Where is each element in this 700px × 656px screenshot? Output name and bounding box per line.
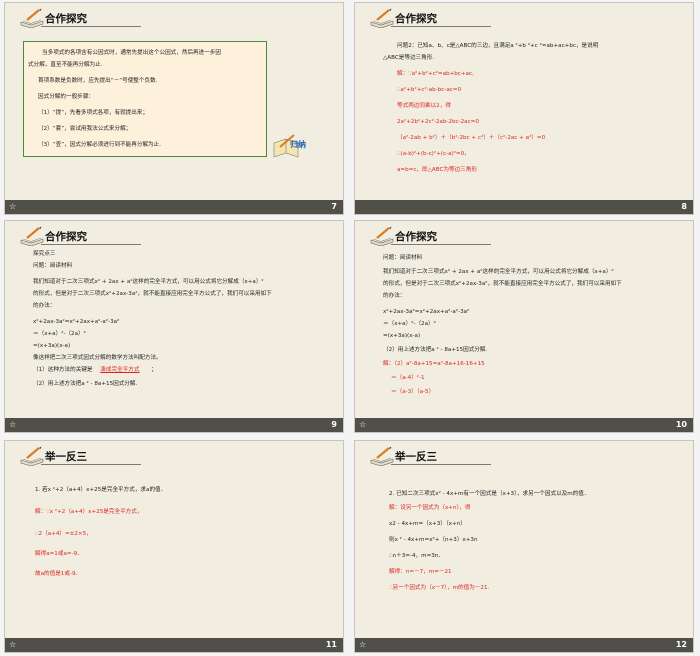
text-line: x2 - 4x+m=（x+3）（x+n） xyxy=(389,521,466,527)
slide-number: 10 xyxy=(675,420,687,429)
summary-badge: 归纳 xyxy=(270,133,322,159)
star-footer-icon: ☆ xyxy=(9,640,17,649)
book-pen-icon xyxy=(370,8,394,28)
title-underline xyxy=(41,244,141,245)
star-footer-icon: ☆ xyxy=(359,640,367,649)
answer-line: ∴另一个因式为（x－7），m的值为－21. xyxy=(389,585,490,591)
answer-line: 解得：n=－7，m=－21 xyxy=(389,569,452,575)
text-line: （2）用上述方法把a ² - 8a+15因式分解. xyxy=(383,347,488,353)
text-line: （1）“提”，先看多项式各项，有就提出来； xyxy=(38,110,149,116)
text-line: 1. 若x ²+2（a+4）x+25是完全平方式，求a的值． xyxy=(35,487,167,493)
text-line: （2）用上述方法把a ² - 8a+15因式分解. xyxy=(33,381,138,387)
slide-footer: ☆ 9 xyxy=(5,418,343,432)
slide-10[interactable]: 合作探究 问题：阅读材料 我们知道对于二次三项式x² + 2ax + a²这样的… xyxy=(354,220,694,433)
answer-line: a=b=c，即△ABC为等边三角形 xyxy=(397,167,477,173)
book-pen-icon xyxy=(370,226,394,246)
answer-line: 解得a=1或a=-9． xyxy=(35,551,83,557)
text-line: 问题：阅读材料 xyxy=(33,263,73,269)
slide-title: 合作探究 xyxy=(395,13,437,25)
book-pen-icon xyxy=(20,226,44,246)
answer-line: ∴a²+b²+c²-ab-bc-ac=0 xyxy=(397,87,462,93)
slide-7[interactable]: 合作探究 当多项式的各项含有公因式时，通常先提出这个公因式，然后再进一步因 式分… xyxy=(4,2,344,215)
text-line: 的办法： xyxy=(33,303,56,309)
book-pen-icon xyxy=(370,446,394,466)
text-line: 的办法： xyxy=(383,293,406,299)
slide-number: 8 xyxy=(681,202,687,211)
fill-blank-answer: 凑成完全平方式 xyxy=(100,367,140,373)
answer-line: 解：（2）a²-8a+15=a²-8a+16-16+15 xyxy=(383,361,485,367)
slide-11[interactable]: 举一反三 1. 若x ²+2（a+4）x+25是完全平方式，求a的值． 解：∵x… xyxy=(4,440,344,653)
title-underline xyxy=(391,244,491,245)
slide-title: 合作探究 xyxy=(395,231,437,243)
text-line: 我们知道对于二次三项式x² + 2ax + a²这样的完全平方式，可以用公式将它… xyxy=(383,269,614,275)
answer-line: 解：设另一个因式为（x+n），得 xyxy=(389,505,471,511)
slide-number: 11 xyxy=(325,640,337,649)
answer-line: （a²-2ab + b²）＋（b²-2bc + c²）＋（c²-2ac + a²… xyxy=(397,135,546,141)
text-line: 问题2：已知a、b、c是△ABC的三边，且满足a ²+b ²+c ²=ab+ac… xyxy=(397,43,599,49)
star-footer-icon: ☆ xyxy=(9,202,17,211)
book-pen-icon xyxy=(20,8,44,28)
slide-number: 12 xyxy=(675,640,687,649)
title-underline xyxy=(41,464,141,465)
slide-12[interactable]: 举一反三 2. 已知二次三项式x² - 4x+m有一个因式是（x+3），求另一个… xyxy=(354,440,694,653)
question-text: （1）这种方法的关键是 xyxy=(33,367,93,373)
slide-footer: ☆ 12 xyxy=(355,638,693,652)
text-line: 的形式，但是对于二次三项式x²+2ax-3a²，就不能直接应用完全平方公式了，我… xyxy=(33,291,272,297)
text-line: ＝（x+a）²-（2a）² xyxy=(33,331,86,337)
slide-title: 举一反三 xyxy=(395,451,437,463)
text-line: 因式分解的一般步骤： xyxy=(38,94,94,100)
book-pen-icon xyxy=(20,446,44,466)
text-line: =(x+3a)(x-a) xyxy=(33,343,71,349)
star-footer-icon: ☆ xyxy=(359,420,367,429)
title-underline xyxy=(391,26,491,27)
text-line: ∴n＋3=-4，m=3n． xyxy=(389,553,444,559)
slide-title: 合作探究 xyxy=(45,231,87,243)
answer-line: ＝（a-4）²-1 xyxy=(391,375,425,381)
summary-box: 当多项式的各项含有公因式时，通常先提出这个公因式，然后再进一步因 式分解，直至不… xyxy=(23,41,267,157)
text-line: （3）“查”，因式分解必须进行到不能再分解为止. xyxy=(38,142,162,148)
text-line: 我们知道对于二次三项式x² + 2ax + a²这样的完全平方式，可以用公式将它… xyxy=(33,279,264,285)
answer-line: 故a的值是1或-9． xyxy=(35,571,82,577)
blank-end: ； xyxy=(151,367,157,373)
text-line: 首项系数是负数时，应先提出“－”号使整个负数. xyxy=(38,78,158,84)
text-line: △ABC是等边三角形. xyxy=(383,55,435,61)
slide-9[interactable]: 合作探究 探究点三 问题：阅读材料 我们知道对于二次三项式x² + 2ax + … xyxy=(4,220,344,433)
answer-line: 解：∵x ²+2（a+4）x+25是完全平方式， xyxy=(35,509,143,515)
slide-title: 合作探究 xyxy=(45,13,87,25)
slide-8[interactable]: 合作探究 问题2：已知a、b、c是△ABC的三边，且满足a ²+b ²+c ²=… xyxy=(354,2,694,215)
slide-number: 9 xyxy=(331,420,337,429)
star-footer-icon: ☆ xyxy=(9,420,17,429)
title-underline xyxy=(391,464,491,465)
slide-title: 举一反三 xyxy=(45,451,87,463)
slide-number: 7 xyxy=(331,202,337,211)
slide-footer: ☆ 7 xyxy=(5,200,343,214)
text-line: 当多项式的各项含有公因式时，通常先提出这个公因式，然后再进一步因 xyxy=(42,50,222,56)
text-line: x²+2ax-3a²=x²+2ax+a²-a²-3a² xyxy=(383,309,470,315)
text-line: （2）“套”，尝试用我法公式来分解； xyxy=(38,126,132,132)
text-line: 则x ² - 4x+m=x²+（n+3）x+3n xyxy=(389,537,478,543)
question-line: （1）这种方法的关键是 凑成完全平方式 ； xyxy=(33,365,157,376)
answer-line: 等式两边同乘以2，得 xyxy=(397,103,451,109)
answer-line: ＝（a-3）（a-5） xyxy=(391,389,435,395)
title-underline xyxy=(41,26,141,27)
answer-line: ∴2（a+4）=±2×5， xyxy=(35,531,92,537)
text-line: 探究点三 xyxy=(33,251,56,257)
slide-footer: ☆ 11 xyxy=(5,638,343,652)
summary-label: 归纳 xyxy=(290,140,306,149)
text-line: 的形式，但是对于二次三项式x²+2ax-3a²，就不能直接应用完全平方公式了，我… xyxy=(383,281,622,287)
answer-line: ∴(a-b)²+(b-c)²+(c-a)²=0， xyxy=(397,151,470,157)
text-line: 2. 已知二次三项式x² - 4x+m有一个因式是（x+3），求另一个因式以及m… xyxy=(389,491,590,497)
slide-footer: 8 xyxy=(355,200,693,214)
text-line: =(x+3a)(x-a) xyxy=(383,333,421,339)
text-line: ＝（x+a）²-（2a）² xyxy=(383,321,436,327)
slide-footer: ☆ 10 xyxy=(355,418,693,432)
text-line: 式分解，直至不能再分解为止. xyxy=(28,62,103,68)
answer-line: 解：∵a²+b²+c²=ab+bc+ac, xyxy=(397,71,474,77)
answer-line: 2a²+2b²+2c²-2ab-2bc-2ac=0 xyxy=(397,119,479,125)
text-line: 像这样把二次三项式因式分解的数学方法叫配方法。 xyxy=(33,355,162,361)
text-line: 问题：阅读材料 xyxy=(383,255,423,261)
text-line: x²+2ax-3a²=x²+2ax+a²-a²-3a² xyxy=(33,319,120,325)
